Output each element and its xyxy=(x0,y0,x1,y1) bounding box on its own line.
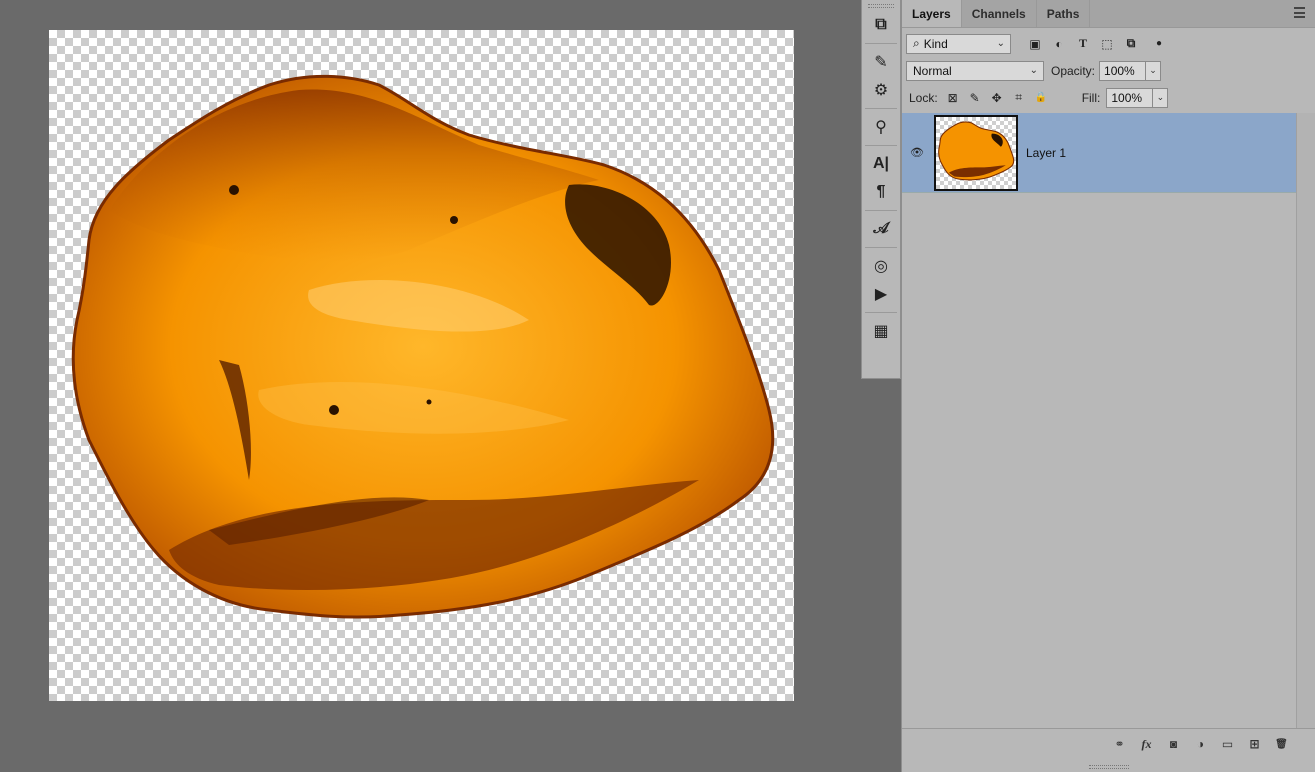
fill-label: Fill: xyxy=(1081,90,1101,105)
filter-kind-label: Kind xyxy=(923,36,948,51)
blend-mode-select[interactable]: Normal ⌄ xyxy=(906,60,1044,81)
layer-row[interactable]: 👁 Layer 1 xyxy=(902,113,1296,193)
filter-kind-select[interactable]: ⌕ Kind ⌄ xyxy=(906,33,1011,54)
filter-adjustment-icon[interactable]: ◐ xyxy=(1049,34,1069,54)
lock-label: Lock: xyxy=(909,90,938,105)
filter-pixel-icon[interactable]: ▣ xyxy=(1025,34,1045,54)
character-icon[interactable]: A| xyxy=(862,150,900,178)
visibility-eye-icon[interactable]: 👁 xyxy=(902,146,932,159)
layers-scrollbar[interactable] xyxy=(1296,113,1315,728)
bubble-2 xyxy=(329,405,339,415)
opacity-dropdown[interactable]: ⌄ xyxy=(1146,60,1162,81)
panel-dock: ⧉ ✎ ⚙ ⚲ A| ¶ 𝒜 ◎ ▶ ▦ xyxy=(861,0,901,379)
fill-input[interactable]: 100% xyxy=(1106,87,1154,108)
dock-separator xyxy=(865,43,897,44)
lock-row: Lock: ⊠ ✎ ✥ ⌗ 🔒 Fill: 100% ⌄ xyxy=(902,84,1315,111)
opacity-label: Opacity: xyxy=(1051,63,1096,78)
dock-separator xyxy=(865,108,897,109)
panel-tabs: Layers Channels Paths xyxy=(902,0,1315,28)
layer-thumbnail[interactable] xyxy=(934,114,1018,191)
add-mask-icon[interactable]: ◙ xyxy=(1162,735,1185,753)
layers-list: 👁 Layer 1 xyxy=(902,113,1296,728)
libraries-icon[interactable]: ◎ xyxy=(862,252,900,280)
search-icon: ⌕ xyxy=(913,36,920,50)
layer-name[interactable]: Layer 1 xyxy=(1026,146,1066,160)
brushes-icon[interactable]: ✎ xyxy=(862,48,900,76)
fill-dropdown[interactable]: ⌄ xyxy=(1153,87,1169,108)
delete-layer-icon[interactable]: 🗑 xyxy=(1270,735,1293,753)
paragraph-icon[interactable]: ¶ xyxy=(862,178,900,206)
lock-transparent-icon[interactable]: ⊠ xyxy=(942,88,964,108)
document-canvas-area[interactable] xyxy=(0,0,861,772)
filter-row: ⌕ Kind ⌄ ▣ ◐ T ⬚ ⧉ ● xyxy=(902,30,1315,57)
actions-icon[interactable]: ▶ xyxy=(862,280,900,308)
dock-separator xyxy=(865,312,897,313)
bubble-1 xyxy=(229,185,239,195)
tab-channels[interactable]: Channels xyxy=(962,0,1037,27)
new-adjustment-icon[interactable]: ◑ xyxy=(1189,735,1212,753)
dock-separator xyxy=(865,145,897,146)
layer-comps-icon[interactable]: ⧉ xyxy=(862,11,900,39)
lock-position-icon[interactable]: ✥ xyxy=(986,88,1008,108)
bubble-3 xyxy=(450,216,458,224)
bubble-4 xyxy=(426,399,432,405)
brush-settings-icon[interactable]: ⚙ xyxy=(862,76,900,104)
new-group-icon[interactable]: ▭ xyxy=(1216,735,1239,753)
filter-smart-object-icon[interactable]: ⧉ xyxy=(1121,34,1141,54)
panel-menu-icon[interactable] xyxy=(1294,7,1305,18)
clone-source-icon[interactable]: ⚲ xyxy=(862,113,900,141)
filter-shape-icon[interactable]: ⬚ xyxy=(1097,34,1117,54)
amber-image xyxy=(71,74,775,619)
tab-paths[interactable]: Paths xyxy=(1037,0,1091,27)
lock-image-icon[interactable]: ✎ xyxy=(964,88,986,108)
blend-row: Normal ⌄ Opacity: 100% ⌄ xyxy=(902,57,1315,84)
document-canvas[interactable] xyxy=(49,30,794,701)
blend-mode-value: Normal xyxy=(913,63,952,78)
properties-icon[interactable]: ▦ xyxy=(862,317,900,345)
panel-footer: ⚭ fx ◙ ◑ ▭ ⊞ 🗑 xyxy=(902,728,1315,772)
link-layers-icon[interactable]: ⚭ xyxy=(1108,735,1131,753)
lock-all-icon[interactable]: 🔒 xyxy=(1030,88,1052,108)
chevron-down-icon: ⌄ xyxy=(996,37,1005,49)
opacity-input[interactable]: 100% xyxy=(1099,60,1147,81)
panel-resize-grip[interactable] xyxy=(1088,765,1129,769)
lock-artboard-icon[interactable]: ⌗ xyxy=(1008,88,1030,108)
layer-style-icon[interactable]: fx xyxy=(1135,735,1158,753)
filter-toggle-icon[interactable]: ● xyxy=(1149,34,1169,54)
tab-layers[interactable]: Layers xyxy=(902,0,962,27)
thumbnail-amber-icon xyxy=(938,120,1015,181)
chevron-down-icon: ⌄ xyxy=(1029,64,1038,76)
footer-icons: ⚭ fx ◙ ◑ ▭ ⊞ 🗑 xyxy=(1108,735,1293,753)
dock-grip[interactable] xyxy=(868,4,894,8)
dock-separator xyxy=(865,210,897,211)
filter-type-icon[interactable]: T xyxy=(1073,34,1093,54)
glyphs-icon[interactable]: 𝒜 xyxy=(862,215,900,243)
dock-separator xyxy=(865,247,897,248)
new-layer-icon[interactable]: ⊞ xyxy=(1243,735,1266,753)
layers-panel: Layers Channels Paths ⌕ Kind ⌄ ▣ ◐ T ⬚ ⧉… xyxy=(901,0,1315,772)
